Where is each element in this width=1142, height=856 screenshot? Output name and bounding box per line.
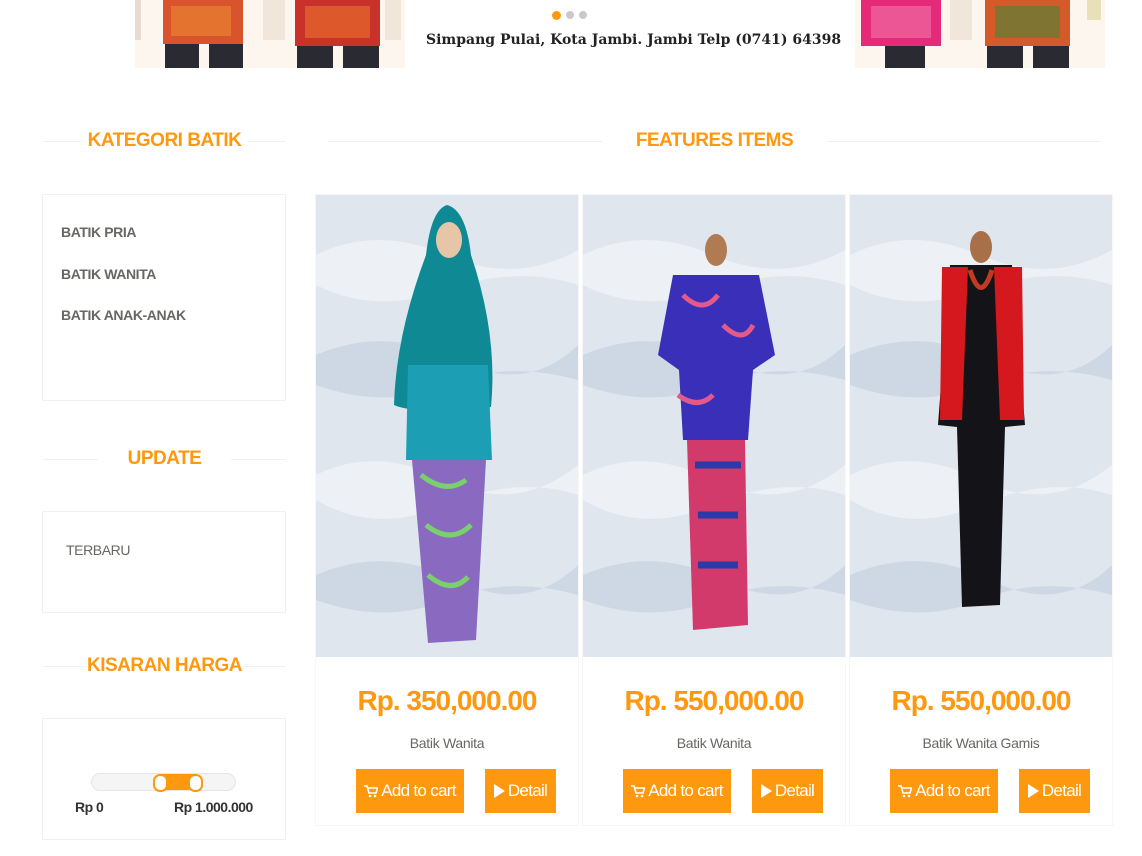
add-to-cart-button[interactable]: Add to cart	[623, 769, 731, 813]
add-to-cart-label: Add to cart	[381, 781, 456, 800]
product-card: Rp. 550,000.00 Batik Wanita Gamis Add to…	[849, 194, 1113, 826]
features-title-text: FEATURES ITEMS	[601, 130, 828, 151]
price-slider-min-handle[interactable]	[153, 774, 168, 792]
banner-image-right	[855, 0, 1105, 68]
price-min-label: Rp 0	[75, 799, 104, 815]
category-item-batik-pria[interactable]: BATIK PRIA	[61, 224, 136, 240]
category-item-batik-anak-anak[interactable]: BATIK ANAK-ANAK	[61, 307, 186, 323]
shopping-cart-icon	[631, 784, 646, 797]
price-max-label: Rp 1.000.000	[174, 799, 253, 815]
category-item-batik-wanita[interactable]: BATIK WANITA	[61, 266, 156, 282]
play-icon	[493, 784, 505, 798]
detail-label: Detail	[1041, 781, 1082, 800]
add-to-cart-button[interactable]: Add to cart	[356, 769, 464, 813]
play-icon	[1027, 784, 1039, 798]
hero-banner: Simpang Pulai, Kota Jambi. Jambi Telp (0…	[0, 0, 1142, 68]
product-image[interactable]	[316, 195, 578, 657]
product-price: Rp. 350,000.00	[357, 685, 537, 716]
detail-label: Detail	[774, 781, 815, 800]
update-panel: TERBARU	[42, 511, 286, 613]
add-to-cart-button[interactable]: Add to cart	[890, 769, 998, 813]
category-title: KATEGORI BATIK	[43, 130, 286, 152]
category-panel: BATIK PRIA BATIK WANITA BATIK ANAK-ANAK	[42, 194, 286, 401]
shopping-cart-icon	[898, 784, 913, 797]
carousel-indicators	[552, 11, 587, 20]
features-title: FEATURES ITEMS	[328, 130, 1101, 152]
price-range-title-text: KISARAN HARGA	[85, 655, 244, 676]
detail-button[interactable]: Detail	[1019, 769, 1090, 813]
price-range-panel: Rp 0 Rp 1.000.000	[42, 718, 286, 840]
update-title: UPDATE	[43, 448, 286, 470]
play-icon	[760, 784, 772, 798]
shopping-cart-icon	[364, 784, 379, 797]
product-price: Rp. 550,000.00	[624, 685, 804, 716]
carousel-dot-3[interactable]	[579, 11, 587, 19]
update-title-text: UPDATE	[97, 448, 232, 469]
update-item-terbaru[interactable]: TERBARU	[66, 542, 131, 558]
banner-address: Simpang Pulai, Kota Jambi. Jambi Telp (0…	[426, 32, 842, 48]
price-range-title: KISARAN HARGA	[43, 655, 286, 677]
product-image[interactable]	[583, 195, 845, 657]
carousel-dot-2[interactable]	[566, 11, 574, 19]
add-to-cart-label: Add to cart	[648, 781, 723, 800]
carousel-dot-1[interactable]	[552, 11, 561, 20]
product-card: Rp. 550,000.00 Batik Wanita Add to cart …	[582, 194, 846, 826]
product-image[interactable]	[850, 195, 1112, 657]
product-price: Rp. 550,000.00	[891, 685, 1071, 716]
product-name: Batik Wanita	[409, 735, 485, 751]
category-title-text: KATEGORI BATIK	[81, 130, 248, 151]
price-slider-max-handle[interactable]	[188, 774, 203, 792]
detail-label: Detail	[507, 781, 548, 800]
banner-image-left	[135, 0, 405, 68]
product-name: Batik Wanita	[676, 735, 752, 751]
detail-button[interactable]: Detail	[752, 769, 823, 813]
product-name: Batik Wanita Gamis	[922, 735, 1040, 751]
product-card: Rp. 350,000.00 Batik Wanita Add to cart …	[315, 194, 579, 826]
detail-button[interactable]: Detail	[485, 769, 556, 813]
add-to-cart-label: Add to cart	[915, 781, 990, 800]
